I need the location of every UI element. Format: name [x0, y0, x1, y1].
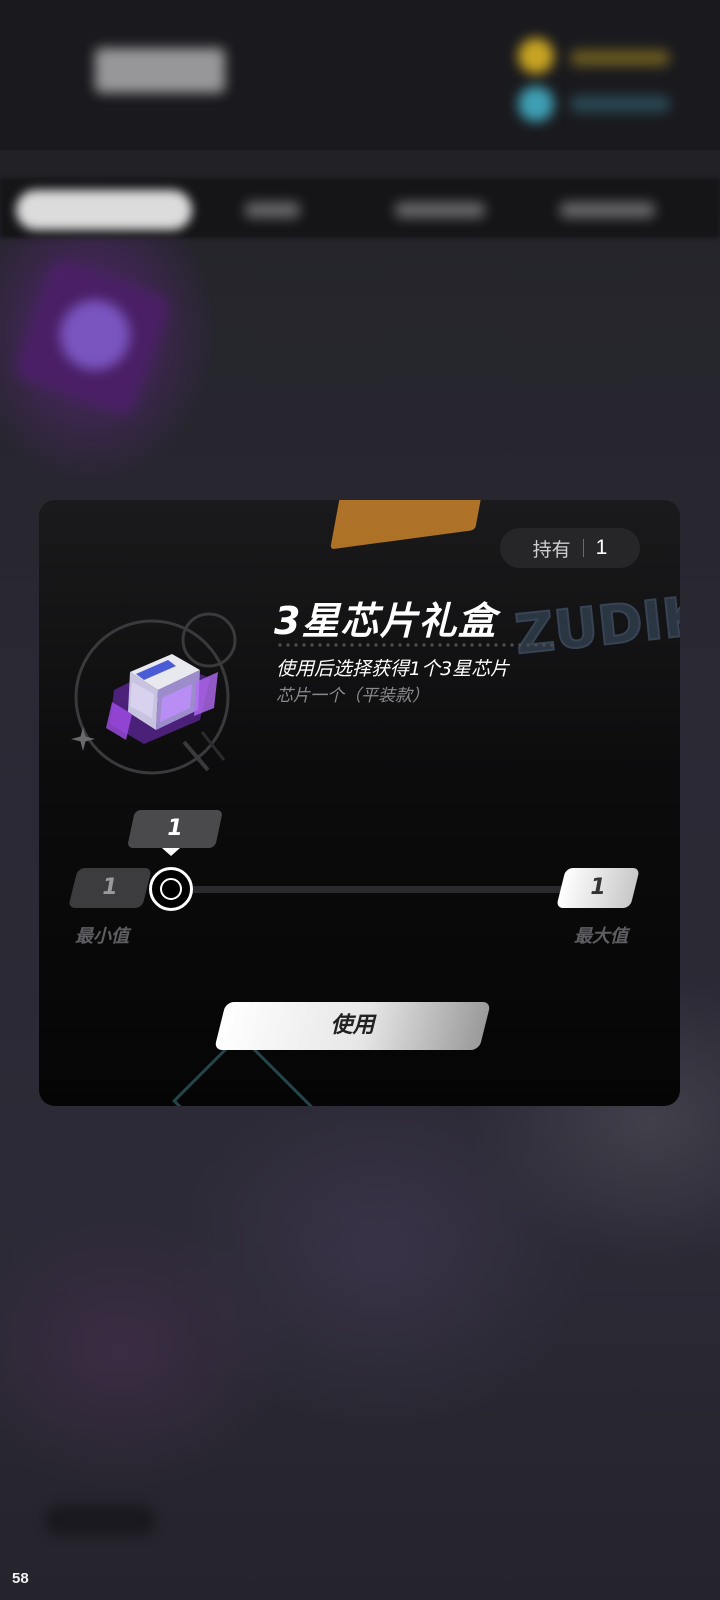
- background-gem-icon: [518, 86, 554, 122]
- item-use-dialog: ZUDIK 持有 1 3星芯片礼盒 使用后选择获得1个3星芯片 芯片一个（平装款…: [39, 500, 680, 1106]
- dotted-divider: [276, 643, 556, 647]
- item-icon-frame: [71, 612, 252, 792]
- item-description: 使用后选择获得1个3星芯片: [276, 658, 510, 680]
- owned-label: 持有: [532, 538, 571, 561]
- sparkle-icon: [71, 727, 95, 751]
- background-tab-blur: [395, 202, 485, 218]
- background-tab-blur: [245, 202, 300, 218]
- graffiti-decoration: ZUDIK: [511, 583, 680, 667]
- min-quantity-value[interactable]: 1: [73, 868, 147, 908]
- background-gem-value-blur: [570, 96, 670, 112]
- background-footer-blur: [45, 1505, 155, 1535]
- fps-counter: 58: [12, 1570, 29, 1587]
- owned-count: 1: [595, 536, 608, 559]
- item-title: 3星芯片礼盒: [274, 599, 497, 643]
- use-button-label[interactable]: 使用: [220, 1002, 485, 1050]
- max-quantity-value[interactable]: 1: [561, 868, 635, 908]
- quantity-pointer-icon: [162, 848, 180, 856]
- min-label: 最小值: [75, 926, 129, 947]
- decorative-stripe: [330, 500, 488, 550]
- background-coin-icon: [518, 38, 554, 74]
- owned-divider: [582, 539, 584, 557]
- quantity-value: 1: [167, 816, 183, 841]
- background-tab-active: [16, 190, 192, 230]
- background-tab-blur: [560, 202, 655, 218]
- background-coin-value-blur: [570, 50, 670, 66]
- background-title-blur: [95, 48, 225, 93]
- gift-box-shape: [106, 654, 218, 744]
- max-label: 最大值: [574, 926, 628, 947]
- quantity-slider-thumb[interactable]: [149, 867, 193, 911]
- purple-chip-gift-box-icon: [74, 612, 237, 775]
- owned-count-badge: 持有 1: [500, 528, 640, 568]
- item-subdescription: 芯片一个（平装款）: [276, 686, 429, 706]
- quantity-slider-track[interactable]: [169, 886, 583, 893]
- background-item-glow: [60, 300, 130, 370]
